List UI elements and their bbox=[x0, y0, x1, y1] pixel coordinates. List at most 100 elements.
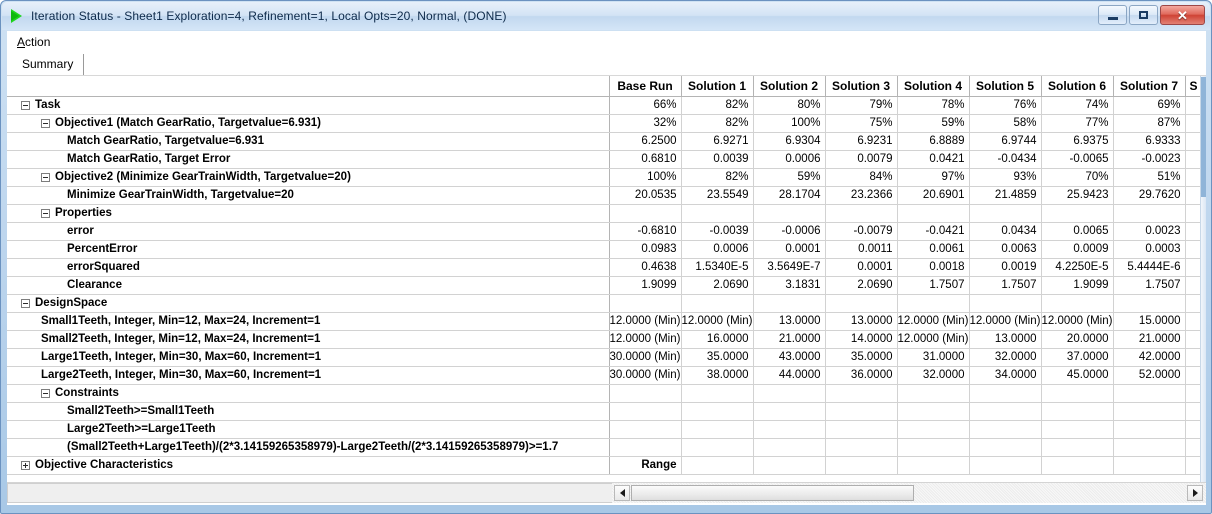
table-cell[interactable]: 0.0065 bbox=[1041, 222, 1114, 241]
table-cell[interactable]: 37.0000 bbox=[1041, 348, 1114, 367]
column-header-solution-5[interactable]: Solution 5 bbox=[968, 76, 1042, 97]
table-cell[interactable]: 20.6901 bbox=[897, 186, 970, 205]
column-header-solution-7[interactable]: Solution 7 bbox=[1112, 76, 1186, 97]
table-row[interactable]: Match GearRatio, Targetvalue=6.931 6.2500… bbox=[7, 132, 1206, 151]
table-cell[interactable] bbox=[969, 420, 1042, 439]
table-cell[interactable]: 0.0023 bbox=[1113, 222, 1186, 241]
table-cell[interactable]: 70% bbox=[1041, 168, 1114, 187]
vertical-scrollbar-thumb[interactable] bbox=[1201, 77, 1206, 197]
table-cell[interactable]: 21.0000 bbox=[1113, 330, 1186, 349]
table-cell[interactable]: 59% bbox=[897, 114, 970, 133]
table-row[interactable]: Large2Teeth>=Large1Teeth bbox=[7, 420, 1206, 439]
table-cell[interactable] bbox=[609, 438, 682, 457]
scroll-left-button[interactable] bbox=[614, 485, 630, 501]
table-row[interactable]: Properties bbox=[7, 204, 1206, 223]
table-cell[interactable] bbox=[1041, 384, 1114, 403]
table-cell[interactable]: 80% bbox=[753, 96, 826, 115]
table-cell[interactable]: 31.0000 bbox=[897, 348, 970, 367]
table-cell[interactable]: 6.2500 bbox=[609, 132, 682, 151]
table-cell[interactable]: 82% bbox=[681, 114, 754, 133]
table-cell[interactable]: 30.0000 (Min) bbox=[609, 348, 682, 367]
table-cell[interactable]: 1.5340E-5 bbox=[681, 258, 754, 277]
table-cell[interactable]: -0.0006 bbox=[753, 222, 826, 241]
table-cell[interactable]: 38.0000 bbox=[681, 366, 754, 385]
table-cell[interactable]: 6.9271 bbox=[681, 132, 754, 151]
table-cell[interactable]: 2.0690 bbox=[681, 276, 754, 295]
table-cell[interactable]: 51% bbox=[1113, 168, 1186, 187]
table-cell[interactable] bbox=[969, 294, 1042, 313]
tree-cell[interactable]: Large2Teeth, Integer, Min=30, Max=60, In… bbox=[7, 366, 610, 385]
table-row[interactable]: PercentError 0.0983 0.0006 0.0001 0.0011 0.00… bbox=[7, 240, 1206, 259]
tree-cell[interactable]: Large2Teeth>=Large1Teeth bbox=[7, 420, 610, 439]
table-cell[interactable]: 13.0000 bbox=[825, 312, 898, 331]
table-cell[interactable]: 2.0690 bbox=[825, 276, 898, 295]
table-cell[interactable]: 29.7620 bbox=[1113, 186, 1186, 205]
table-cell[interactable] bbox=[1113, 420, 1186, 439]
tree-cell[interactable]: Small1Teeth, Integer, Min=12, Max=24, In… bbox=[7, 312, 610, 331]
tree-cell[interactable]: Objective1 (Match GearRatio, Targetvalue… bbox=[7, 114, 610, 133]
column-header-solution-6[interactable]: Solution 6 bbox=[1040, 76, 1114, 97]
column-header-solution-3[interactable]: Solution 3 bbox=[824, 76, 898, 97]
table-cell[interactable]: 79% bbox=[825, 96, 898, 115]
table-cell[interactable] bbox=[681, 456, 754, 475]
table-cell[interactable]: 21.0000 bbox=[753, 330, 826, 349]
table-cell[interactable]: 6.9304 bbox=[753, 132, 826, 151]
table-cell[interactable] bbox=[897, 384, 970, 403]
table-cell[interactable]: 12.0000 (Min) bbox=[897, 330, 970, 349]
table-cell[interactable] bbox=[897, 456, 970, 475]
table-cell[interactable]: 59% bbox=[753, 168, 826, 187]
tree-cell[interactable]: PercentError bbox=[7, 240, 610, 259]
tree-cell[interactable]: error bbox=[7, 222, 610, 241]
table-cell[interactable]: 0.0039 bbox=[681, 150, 754, 169]
table-cell[interactable]: 1.7507 bbox=[897, 276, 970, 295]
table-cell[interactable]: 3.5649E-7 bbox=[753, 258, 826, 277]
table-cell[interactable]: 76% bbox=[969, 96, 1042, 115]
collapse-icon[interactable] bbox=[41, 388, 50, 398]
table-cell[interactable]: 3.1831 bbox=[753, 276, 826, 295]
table-cell[interactable]: 12.0000 (Min) bbox=[969, 312, 1042, 331]
table-cell[interactable]: 58% bbox=[969, 114, 1042, 133]
table-cell[interactable]: 20.0000 bbox=[1041, 330, 1114, 349]
table-cell[interactable]: -0.6810 bbox=[609, 222, 682, 241]
table-cell[interactable]: 12.0000 (Min) bbox=[897, 312, 970, 331]
table-cell[interactable]: 6.9231 bbox=[825, 132, 898, 151]
table-cell[interactable]: 0.4638 bbox=[609, 258, 682, 277]
table-cell[interactable]: 1.9099 bbox=[1041, 276, 1114, 295]
table-row[interactable]: Large1Teeth, Integer, Min=30, Max=60, In… bbox=[7, 348, 1206, 367]
table-cell[interactable]: 87% bbox=[1113, 114, 1186, 133]
table-cell[interactable]: 5.4444E-6 bbox=[1113, 258, 1186, 277]
table-cell[interactable] bbox=[825, 456, 898, 475]
expand-icon[interactable] bbox=[21, 460, 30, 470]
table-cell[interactable]: 0.0019 bbox=[969, 258, 1042, 277]
table-cell[interactable]: -0.0079 bbox=[825, 222, 898, 241]
table-cell[interactable] bbox=[969, 456, 1042, 475]
menu-item-action[interactable]: Action bbox=[8, 33, 59, 51]
tree-cell[interactable]: Task bbox=[7, 96, 610, 115]
table-row[interactable]: DesignSpace bbox=[7, 294, 1206, 313]
column-header-solution-2[interactable]: Solution 2 bbox=[752, 76, 826, 97]
table-cell[interactable] bbox=[897, 294, 970, 313]
table-cell[interactable]: 97% bbox=[897, 168, 970, 187]
table-cell[interactable] bbox=[1113, 402, 1186, 421]
table-cell[interactable] bbox=[753, 438, 826, 457]
table-row[interactable]: Clearance 1.9099 2.0690 3.1831 2.0690 1.7507 1… bbox=[7, 276, 1206, 295]
table-cell[interactable]: 1.9099 bbox=[609, 276, 682, 295]
table-cell[interactable] bbox=[753, 420, 826, 439]
column-header-base-run[interactable]: Base Run bbox=[608, 76, 682, 97]
column-header-solution-1[interactable]: Solution 1 bbox=[680, 76, 754, 97]
table-cell[interactable] bbox=[1041, 204, 1114, 223]
tree-cell[interactable]: Objective2 (Minimize GearTrainWidth, Tar… bbox=[7, 168, 610, 187]
table-cell[interactable]: 0.0001 bbox=[825, 258, 898, 277]
table-row[interactable]: Constraints bbox=[7, 384, 1206, 403]
table-cell[interactable]: 66% bbox=[609, 96, 682, 115]
table-cell[interactable] bbox=[681, 438, 754, 457]
column-header-solution-4[interactable]: Solution 4 bbox=[896, 76, 970, 97]
table-cell[interactable]: 82% bbox=[681, 96, 754, 115]
table-cell[interactable]: 4.2250E-5 bbox=[1041, 258, 1114, 277]
table-cell[interactable] bbox=[1113, 456, 1186, 475]
table-cell[interactable] bbox=[969, 438, 1042, 457]
table-cell[interactable] bbox=[825, 204, 898, 223]
table-cell[interactable] bbox=[609, 420, 682, 439]
table-cell[interactable]: 43.0000 bbox=[753, 348, 826, 367]
table-row[interactable]: Small1Teeth, Integer, Min=12, Max=24, In… bbox=[7, 312, 1206, 331]
